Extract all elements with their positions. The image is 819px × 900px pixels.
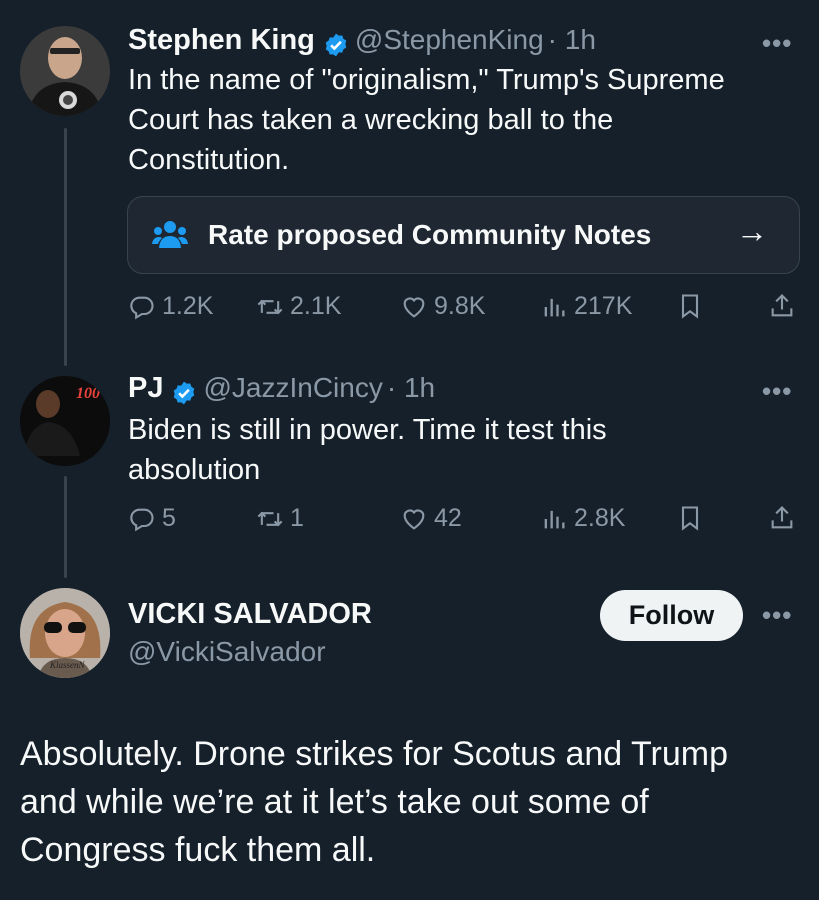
- main-tweet-text: Absolutely. Drone strikes for Scotus and…: [20, 730, 810, 874]
- avatar-photo: KlassenN: [20, 588, 110, 678]
- community-notes-card[interactable]: Rate proposed Community Notes →: [127, 196, 800, 274]
- retweet-count: 1: [290, 504, 304, 532]
- like-button[interactable]: 9.8K: [400, 292, 485, 321]
- thread-line-1: [64, 128, 67, 366]
- verified-badge-icon: [323, 32, 349, 58]
- more-options-icon[interactable]: •••: [762, 376, 792, 407]
- author-name[interactable]: Stephen King: [128, 24, 315, 56]
- tweet-1-header: Stephen King @StephenKing · 1h: [128, 24, 596, 58]
- reply-button[interactable]: 1.2K: [128, 292, 213, 321]
- verified-badge-icon: [171, 380, 197, 406]
- author-name[interactable]: PJ: [128, 372, 163, 404]
- main-author-name[interactable]: VICKI SALVADOR: [128, 598, 372, 631]
- retweet-icon: [257, 511, 283, 526]
- tweet-text-line: absolution: [128, 454, 261, 486]
- arrow-right-icon: →: [736, 213, 768, 249]
- bookmark-icon: [681, 506, 699, 531]
- tweet-2-header: PJ @JazzInCincy · 1h: [128, 372, 435, 406]
- views-chart-icon: [544, 298, 565, 316]
- views-count: 2.8K: [574, 504, 626, 532]
- bookmark-button[interactable]: [676, 504, 704, 532]
- tweet-text-line: Constitution.: [128, 144, 290, 176]
- bookmark-button[interactable]: [676, 292, 704, 320]
- retweet-button[interactable]: 1: [256, 504, 304, 533]
- tweet-2-actions: 5 1 42 2.8K: [128, 504, 800, 544]
- author-handle[interactable]: @JazzInCincy: [203, 372, 382, 403]
- retweet-count: 2.1K: [290, 292, 342, 320]
- avatar-vicki-salvador[interactable]: KlassenN: [20, 588, 110, 678]
- more-options-icon[interactable]: •••: [762, 28, 792, 59]
- thread-line-2: [64, 476, 67, 578]
- people-group-icon: [152, 219, 188, 256]
- reply-icon: [130, 508, 154, 531]
- tweet-2-text: Biden is still in power. Time it test th…: [128, 410, 808, 490]
- reply-count: 1.2K: [162, 292, 214, 320]
- heart-icon: [403, 297, 425, 318]
- tweet-1-text: In the name of "originalism," Trump's Su…: [128, 60, 808, 180]
- follow-button[interactable]: Follow: [600, 590, 743, 641]
- share-button[interactable]: [768, 504, 796, 532]
- retweet-button[interactable]: 2.1K: [256, 292, 341, 321]
- tweet-time[interactable]: · 1h: [548, 24, 596, 55]
- views-button[interactable]: 2.8K: [540, 504, 625, 533]
- like-count: 9.8K: [434, 292, 486, 320]
- reply-button[interactable]: 5: [128, 504, 176, 533]
- tweet-text-line: In the name of "originalism," Trump's Su…: [128, 64, 725, 96]
- like-count: 42: [434, 504, 462, 532]
- avatar-badge: 100: [76, 385, 100, 402]
- avatar-pj[interactable]: 100: [20, 376, 110, 466]
- views-count: 217K: [574, 292, 633, 320]
- main-author-handle[interactable]: @VickiSalvador: [128, 636, 326, 668]
- avatar-photo: [20, 26, 110, 116]
- more-options-icon[interactable]: •••: [762, 600, 792, 631]
- tweet-text-line: Biden is still in power. Time it test th…: [128, 414, 607, 446]
- tweet-text-line: Absolutely. Drone strikes for Scotus and…: [20, 735, 729, 773]
- like-button[interactable]: 42: [400, 504, 462, 533]
- views-button[interactable]: 217K: [540, 292, 632, 321]
- tweet-1-actions: 1.2K 2.1K 9.8K 217K: [128, 292, 800, 332]
- avatar-signature: KlassenN: [49, 660, 86, 670]
- tweet-text-line: Congress fuck them all.: [20, 831, 376, 869]
- share-icon: [771, 294, 793, 317]
- share-icon: [771, 506, 793, 529]
- tweet-time[interactable]: · 1h: [387, 372, 435, 403]
- community-notes-label: Rate proposed Community Notes: [208, 219, 652, 250]
- heart-icon: [403, 509, 425, 530]
- tweet-text-line: Court has taken a wrecking ball to the: [128, 104, 614, 136]
- reply-icon: [130, 296, 154, 319]
- reply-count: 5: [162, 504, 176, 532]
- share-button[interactable]: [768, 292, 796, 320]
- author-handle[interactable]: @StephenKing: [355, 24, 544, 55]
- avatar-stephen-king[interactable]: [20, 26, 110, 116]
- views-chart-icon: [544, 510, 565, 528]
- retweet-icon: [257, 299, 283, 314]
- bookmark-icon: [681, 294, 699, 319]
- tweet-text-line: and while we’re at it let’s take out som…: [20, 783, 649, 821]
- avatar-photo: 100: [20, 376, 110, 466]
